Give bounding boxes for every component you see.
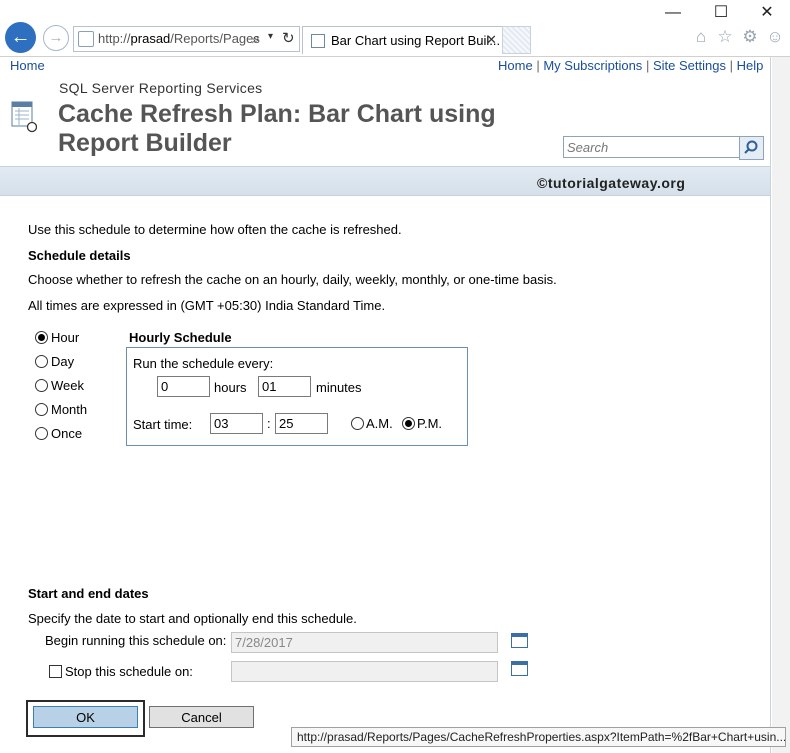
magnifier-icon — [744, 140, 758, 154]
minimize-button[interactable]: — — [658, 2, 688, 24]
page-title: Cache Refresh Plan: Bar Chart using Repo… — [58, 100, 496, 157]
pm-label: P.M. — [417, 416, 443, 431]
begin-date-label: Begin running this schedule on: — [45, 633, 227, 648]
separator: | — [645, 58, 650, 73]
radio-circle[interactable] — [35, 331, 48, 344]
search-button[interactable] — [739, 136, 764, 160]
product-name: SQL Server Reporting Services — [59, 80, 263, 96]
arrow-right-icon: → — [48, 29, 64, 46]
arrow-left-icon: ← — [10, 26, 31, 48]
browser-tab[interactable]: Bar Chart using Report Buil... ✕ — [302, 26, 504, 54]
start-hour-input[interactable]: 03 — [210, 413, 263, 434]
search-input[interactable]: Search — [563, 136, 740, 158]
help-link[interactable]: Help — [737, 58, 764, 73]
forward-button[interactable]: → — [43, 25, 69, 51]
hourly-schedule-panel: Run the schedule every: 0 hours 01 minut… — [126, 347, 468, 446]
run-schedule-label: Run the schedule every: — [133, 356, 274, 371]
address-bar[interactable]: http://prasad/Reports/Pages ⌕ ▾ ↻ — [73, 26, 300, 52]
separator: | — [729, 58, 733, 73]
home-link[interactable]: Home — [498, 58, 533, 73]
tab-page-icon — [311, 34, 325, 48]
dropdown-icon[interactable]: ▾ — [268, 31, 273, 42]
stop-date-label: Stop this schedule on: — [65, 664, 193, 679]
new-tab-button[interactable] — [502, 26, 531, 54]
schedule-details-heading: Schedule details — [28, 248, 131, 263]
cancel-button[interactable]: Cancel — [149, 706, 254, 728]
hours-label: hours — [214, 380, 247, 395]
intro-text: Use this schedule to determine how often… — [28, 222, 402, 237]
search-placeholder: Search — [567, 140, 609, 155]
separator: | — [536, 58, 540, 73]
radio-circle[interactable] — [35, 379, 48, 392]
hourly-schedule-heading: Hourly Schedule — [129, 330, 232, 345]
start-time-label: Start time: — [133, 417, 193, 432]
calendar-icon[interactable] — [511, 633, 528, 648]
pm-radio[interactable] — [402, 417, 415, 430]
smiley-feedback-icon[interactable]: ☺ — [764, 26, 786, 48]
home-link-left[interactable]: Home — [10, 58, 45, 73]
calendar-icon[interactable] — [511, 661, 528, 676]
am-radio[interactable] — [351, 417, 364, 430]
dates-description: Specify the date to start and optionally… — [28, 611, 357, 626]
address-url: http://prasad/Reports/Pages — [98, 31, 260, 46]
stop-date-input[interactable] — [231, 661, 498, 682]
schedule-details-line1: Choose whether to refresh the cache on a… — [28, 272, 557, 287]
settings-gear-icon[interactable]: ⚙ — [739, 26, 761, 48]
stop-schedule-checkbox[interactable] — [49, 665, 62, 678]
status-bar-url: http://prasad/Reports/Pages/CacheRefresh… — [291, 727, 786, 747]
maximize-button[interactable]: ☐ — [706, 2, 736, 24]
dates-heading: Start and end dates — [28, 586, 149, 601]
refresh-icon[interactable]: ↻ — [282, 29, 295, 47]
radio-label: Once — [51, 426, 83, 441]
close-tab-icon[interactable]: ✕ — [486, 32, 497, 48]
radio-label: Month — [51, 402, 88, 417]
radio-circle[interactable] — [35, 403, 48, 416]
browser-toolbar: — ☐ ✕ ← → http://prasad/Reports/Pages ⌕ … — [0, 0, 790, 57]
hours-input[interactable]: 0 — [157, 376, 210, 397]
report-cache-icon — [11, 101, 38, 133]
tab-title: Bar Chart using Report Buil... — [331, 33, 501, 48]
radio-label: Week — [51, 378, 84, 393]
site-settings-link[interactable]: Site Settings — [653, 58, 726, 73]
scrollbar[interactable] — [772, 57, 790, 753]
radio-label: Hour — [51, 330, 80, 345]
global-links: Home | My Subscriptions | Site Settings … — [498, 58, 763, 73]
home-icon[interactable]: ⌂ — [690, 26, 712, 48]
favorites-star-icon[interactable]: ☆ — [714, 26, 736, 48]
page-icon — [78, 31, 94, 47]
radio-circle[interactable] — [35, 427, 48, 440]
time-colon: : — [267, 416, 271, 431]
start-minute-input[interactable]: 25 — [275, 413, 328, 434]
top-navigation: Home Home | My Subscriptions | Site Sett… — [0, 57, 772, 74]
watermark: ©tutorialgateway.org — [537, 175, 686, 191]
am-label: A.M. — [366, 416, 393, 431]
divider — [770, 57, 771, 753]
ok-button[interactable]: OK — [33, 706, 138, 728]
close-window-button[interactable]: ✕ — [752, 2, 782, 24]
radio-circle[interactable] — [35, 355, 48, 368]
radio-label: Day — [51, 354, 75, 369]
my-subscriptions-link[interactable]: My Subscriptions — [543, 58, 642, 73]
back-button[interactable]: ← — [5, 22, 36, 53]
begin-date-input[interactable]: 7/28/2017 — [231, 632, 498, 653]
timezone-text: All times are expressed in (GMT +05:30) … — [28, 298, 386, 313]
search-icon[interactable]: ⌕ — [252, 30, 260, 47]
minutes-input[interactable]: 01 — [258, 376, 311, 397]
minutes-label: minutes — [316, 380, 362, 395]
